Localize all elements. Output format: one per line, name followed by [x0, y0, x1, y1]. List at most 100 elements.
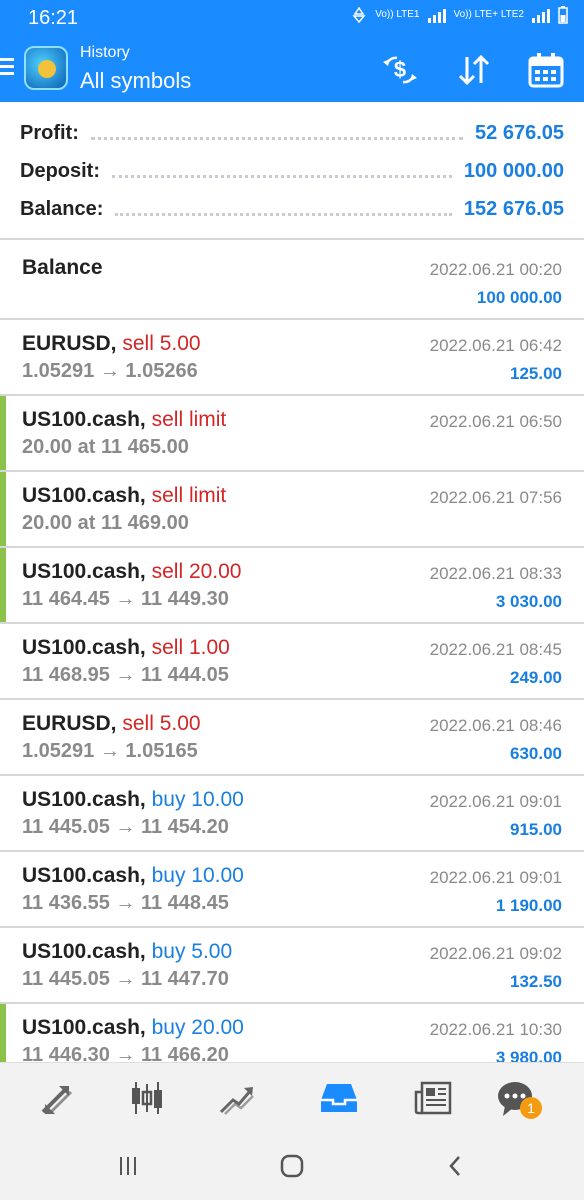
menu-icon[interactable]	[0, 58, 14, 76]
chat-badge: 1	[520, 1097, 542, 1119]
deal-operation: sell 5.00	[122, 332, 201, 355]
deal-profit: 915.00	[510, 820, 562, 839]
deal-operation: sell 5.00	[122, 712, 201, 735]
deal-profit: 125.00	[510, 364, 562, 383]
screen-subtitle: History	[80, 44, 130, 61]
bottom-nav: 1	[0, 1062, 584, 1132]
chat-icon[interactable]: 1	[492, 1075, 542, 1121]
summary-profit: Profit: 52 676.05	[20, 114, 564, 152]
deal-symbol-name: EURUSD,	[22, 712, 117, 735]
deal-profit: 630.00	[510, 744, 562, 763]
dotted-leader	[90, 136, 464, 140]
list-item-deal[interactable]: US100.cash, sell limit 20.00 at 11 469.00…	[0, 472, 584, 548]
deal-prices: 11 445.05 → 11 447.70	[22, 968, 229, 990]
deal-symbol-name: US100.cash,	[22, 484, 146, 507]
deal-operation: sell 1.00	[151, 636, 230, 659]
status-time: 16:21	[28, 7, 79, 29]
list-item-deal[interactable]: US100.cash, sell 20.00 11 464.45 → 11 449…	[0, 548, 584, 624]
deal-prices: 11 436.55 → 11 448.45	[22, 892, 229, 914]
deal-operation: sell 20.00	[151, 560, 242, 583]
recycle-icon	[352, 7, 366, 23]
summary-label: Balance:	[20, 197, 104, 220]
list-item-deal[interactable]: EURUSD, sell 5.00 1.05291 → 1.05165 2022.0…	[0, 700, 584, 776]
recents-icon[interactable]	[108, 1146, 148, 1186]
deal-symbol: US100.cash, buy 10.00	[22, 788, 244, 812]
deal-prices: 20.00 at 11 469.00	[22, 512, 189, 534]
deal-operation: buy 10.00	[151, 788, 244, 811]
summary-value: 52 676.05	[475, 121, 564, 144]
list-item-balance[interactable]: Balance 2022.06.21 00:20 100 000.00	[0, 240, 584, 320]
deal-date: 2022.06.21 09:01	[429, 792, 562, 811]
deal-symbol: US100.cash, sell 1.00	[22, 636, 230, 660]
deal-symbol: US100.cash, sell limit	[22, 408, 226, 432]
deal-symbol-name: US100.cash,	[22, 560, 146, 583]
deal-operation: buy 5.00	[151, 940, 233, 963]
sim2-label: Vo)) LTE+ LTE2	[453, 9, 525, 20]
list-item-deal[interactable]: US100.cash, buy 5.00 11 445.05 → 11 447.7…	[0, 928, 584, 1004]
deal-prices: 1.05291 → 1.05165	[22, 740, 198, 762]
list-item-deal[interactable]: US100.cash, sell limit 20.00 at 11 465.00…	[0, 396, 584, 472]
svg-text:$: $	[394, 57, 406, 82]
entry-title: Balance	[22, 256, 103, 279]
deal-symbol: US100.cash, sell limit	[22, 484, 226, 508]
app-bar: History All symbols $	[0, 38, 584, 102]
battery-icon	[558, 6, 568, 24]
dotted-leader	[115, 212, 452, 216]
currency-exchange-icon[interactable]: $	[380, 50, 420, 90]
deal-symbol: US100.cash, buy 20.00	[22, 1016, 244, 1040]
trade-icon[interactable]	[214, 1075, 260, 1121]
summary-label: Deposit:	[20, 159, 100, 182]
quotes-icon[interactable]	[34, 1075, 80, 1121]
calendar-icon[interactable]	[526, 50, 566, 90]
system-nav-bar	[0, 1132, 584, 1200]
deal-operation: sell limit	[151, 484, 227, 507]
pending-accent-bar	[0, 472, 6, 546]
summary-balance: Balance: 152 676.05	[20, 190, 564, 228]
entry-amount: 100 000.00	[476, 288, 562, 307]
deal-prices: 11 468.95 → 11 444.05	[22, 664, 229, 686]
deal-symbol-name: US100.cash,	[22, 1016, 146, 1039]
back-icon[interactable]	[436, 1146, 476, 1186]
deal-operation: buy 10.00	[151, 864, 244, 887]
list-item-deal[interactable]: US100.cash, sell 1.00 11 468.95 → 11 444.…	[0, 624, 584, 700]
history-summary: Profit: 52 676.05 Deposit: 100 000.00 Ba…	[0, 102, 584, 240]
deal-profit: 3 980.00	[495, 1048, 562, 1062]
pending-accent-bar	[0, 548, 6, 622]
deal-profit: 249.00	[510, 668, 562, 687]
list-item-deal[interactable]: US100.cash, buy 20.00 11 446.30 → 11 466.…	[0, 1004, 584, 1062]
deal-symbol: EURUSD, sell 5.00	[22, 712, 201, 736]
deal-operation: buy 20.00	[151, 1016, 244, 1039]
deal-profit: 3 030.00	[495, 592, 562, 611]
pending-accent-bar	[0, 396, 6, 470]
home-icon[interactable]	[272, 1146, 312, 1186]
chart-icon[interactable]	[124, 1075, 170, 1121]
deals-list[interactable]: Balance 2022.06.21 00:20 100 000.00 EURU…	[0, 240, 584, 1062]
list-item-deal[interactable]: US100.cash, buy 10.00 11 445.05 → 11 454.…	[0, 776, 584, 852]
summary-value: 152 676.05	[463, 197, 564, 220]
deal-prices: 11 446.30 → 11 466.20	[22, 1044, 229, 1062]
summary-deposit: Deposit: 100 000.00	[20, 152, 564, 190]
signal-icon	[427, 7, 446, 23]
summary-value: 100 000.00	[463, 159, 564, 182]
deal-operation: sell limit	[151, 408, 227, 431]
deal-symbol: US100.cash, buy 5.00	[22, 940, 232, 964]
list-item-deal[interactable]: EURUSD, sell 5.00 1.05291 → 1.05266 2022.0…	[0, 320, 584, 396]
deal-date: 2022.06.21 10:30	[429, 1020, 562, 1039]
sim1-label: Vo)) LTE1	[375, 9, 420, 20]
deal-symbol-name: EURUSD,	[22, 332, 117, 355]
news-icon[interactable]	[410, 1075, 456, 1121]
entry-date: 2022.06.21 00:20	[429, 260, 562, 279]
deal-prices: 11 464.45 → 11 449.30	[22, 588, 229, 610]
deal-symbol-name: US100.cash,	[22, 636, 146, 659]
deal-prices: 20.00 at 11 465.00	[22, 436, 189, 458]
status-bar: 16:21 Vo)) LTE1 Vo)) LTE+ LTE2	[0, 0, 584, 38]
app-logo[interactable]	[24, 46, 68, 90]
history-icon[interactable]	[316, 1075, 362, 1121]
list-item-deal[interactable]: US100.cash, buy 10.00 11 436.55 → 11 448.…	[0, 852, 584, 928]
dotted-leader	[112, 174, 452, 178]
sort-icon[interactable]	[454, 50, 494, 90]
deal-symbol: US100.cash, buy 10.00	[22, 864, 244, 888]
screen-title[interactable]: All symbols	[80, 68, 191, 94]
deal-prices: 1.05291 → 1.05266	[22, 360, 198, 382]
deal-prices: 11 445.05 → 11 454.20	[22, 816, 229, 838]
